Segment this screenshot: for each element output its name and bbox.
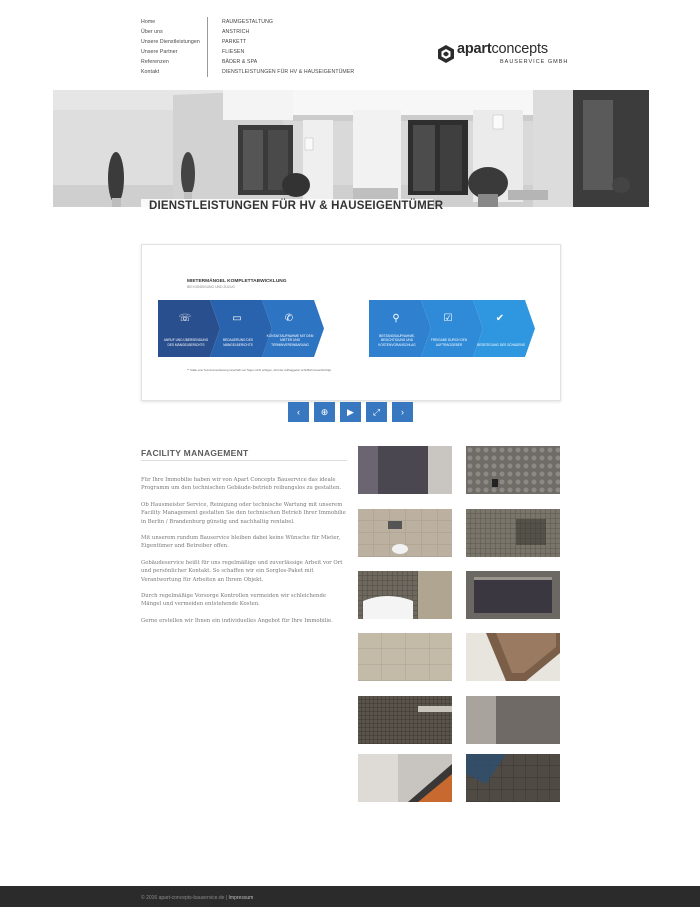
gallery-thumb[interactable] <box>358 633 452 681</box>
process-step-label: BESTANDSAUFNAHME, BESICHTIGUNG UND KOSTE… <box>378 333 416 347</box>
gallery-thumb[interactable] <box>466 446 560 494</box>
nav-item-partners[interactable]: Unsere Partner <box>141 47 200 57</box>
paragraph: Für Ihre Immobilie haben wir von Apart C… <box>141 477 342 492</box>
gallery-thumb[interactable] <box>466 754 560 802</box>
footer <box>0 886 700 907</box>
building-illustration <box>53 90 649 207</box>
paragraph: Durch regelmäßige Vorsorge Kontrollen ve… <box>141 593 326 608</box>
logo[interactable]: apartconcepts BAUSERVICE GMBH <box>437 41 567 68</box>
copyright-text: © 2016 apart-concepts-bauservice.de | <box>141 895 228 901</box>
play-button[interactable]: ▶ <box>340 402 361 422</box>
folder-icon: ▭ <box>232 313 242 324</box>
paragraph: Mit unserem rundum Bauservice bleiben da… <box>141 535 341 550</box>
process-step-label: ANRUF UND ÜBERSENDUNG DES MÄNGELBERICHTS <box>163 338 209 347</box>
paragraph: Gerne erstellen wir Ihnen ein individuel… <box>141 617 333 624</box>
nav-item-room-design[interactable]: RAUMGESTALTUNG <box>222 17 354 27</box>
nav-item-tiles[interactable]: FLIESEN <box>222 47 354 57</box>
gallery-thumb[interactable] <box>358 446 452 494</box>
hero-image <box>53 90 649 207</box>
nav-item-services[interactable]: Unsere Dienstleistungen <box>141 37 200 47</box>
footer-text: © 2016 apart-concepts-bauservice.de | Im… <box>141 895 253 901</box>
check-icon: ✔ <box>495 313 505 324</box>
process-step-label: BESEITIGUNG DES SCHADENS <box>477 342 525 347</box>
nav-item-about[interactable]: Über uns <box>141 27 200 37</box>
section-divider <box>141 460 347 461</box>
process-step-label: BEDAUERUNG DES MÄNGELBERICHTS <box>223 338 253 347</box>
next-button[interactable]: › <box>392 402 413 422</box>
gallery-thumb[interactable] <box>358 754 452 802</box>
gallery-thumb[interactable] <box>358 509 452 557</box>
section-body: Für Ihre Immobilie haben wir von Apart C… <box>141 476 346 633</box>
service-nav: RAUMGESTALTUNG ANSTRICH PARKETT FLIESEN … <box>222 17 354 77</box>
process-step: ✔ BESEITIGUNG DES SCHADENS <box>473 300 535 357</box>
zoom-button[interactable]: ⊕ <box>314 402 335 422</box>
process-step-label: FREIGABE DURCH DEN AUFTRAGGEBER <box>430 338 468 347</box>
logo-mark-icon <box>438 45 454 63</box>
process-step-label: KONTAKTAUFNAHME MIT DEM MIETER UND TERMI… <box>266 333 314 347</box>
hero-title: DIENSTLEISTUNGEN FÜR HV & HAUSEIGENTÜMER <box>149 200 444 212</box>
prev-button[interactable]: ‹ <box>288 402 309 422</box>
main-nav: Home Über uns Unsere Dienstleistungen Un… <box>141 17 200 77</box>
nav-item-home[interactable]: Home <box>141 17 200 27</box>
section-title: FACILITY MANAGEMENT <box>141 448 249 458</box>
slide-title: MIETERMÄNGEL KOMPLETTABWICKLUNG <box>187 279 287 284</box>
paragraph: Gebäudeservice heißt für uns regelmäßige… <box>141 559 343 583</box>
infographic-slide: MIETERMÄNGEL KOMPLETTABWICKLUNG BEI KÜND… <box>141 244 561 401</box>
slide-subtitle: BEI KÜNDIGUNG UND ZUZUG <box>187 285 236 289</box>
gallery-thumb[interactable] <box>466 509 560 557</box>
gallery-thumb[interactable] <box>466 571 560 619</box>
logo-wordmark: apartconcepts <box>457 41 548 57</box>
nav-item-parquet[interactable]: PARKETT <box>222 37 354 47</box>
gallery-thumb[interactable] <box>466 696 560 744</box>
gallery-thumb[interactable] <box>358 571 452 619</box>
impressum-link[interactable]: Impressum <box>229 895 254 901</box>
nav-item-painting[interactable]: ANSTRICH <box>222 27 354 37</box>
nav-item-references[interactable]: Referenzen <box>141 57 200 67</box>
fullscreen-button[interactable]: ⤢ <box>366 402 387 422</box>
phone-clock-icon: ✆ <box>284 313 294 324</box>
nav-divider <box>207 17 208 77</box>
paragraph: Ob Hausmeister Service, Reinigung oder t… <box>141 501 346 525</box>
clipboard-icon: ☑ <box>443 313 453 324</box>
nav-item-contact[interactable]: Kontakt <box>141 67 200 77</box>
process-step: ✆ KONTAKTAUFNAHME MIT DEM MIETER UND TERM… <box>262 300 324 357</box>
logo-tagline: BAUSERVICE GMBH <box>500 59 569 65</box>
nav-item-baths-spa[interactable]: BÄDER & SPA <box>222 57 354 67</box>
gallery-thumb[interactable] <box>466 633 560 681</box>
slide-footnote: ** Sollte eine Terminvereinbarung innerh… <box>187 368 332 372</box>
phone-icon: ☏ <box>178 313 192 324</box>
search-icon: ⚲ <box>392 313 400 324</box>
gallery-thumb[interactable] <box>358 696 452 744</box>
nav-item-hv-services[interactable]: DIENSTLEISTUNGEN FÜR HV & HAUSEIGENTÜMER <box>222 67 354 77</box>
